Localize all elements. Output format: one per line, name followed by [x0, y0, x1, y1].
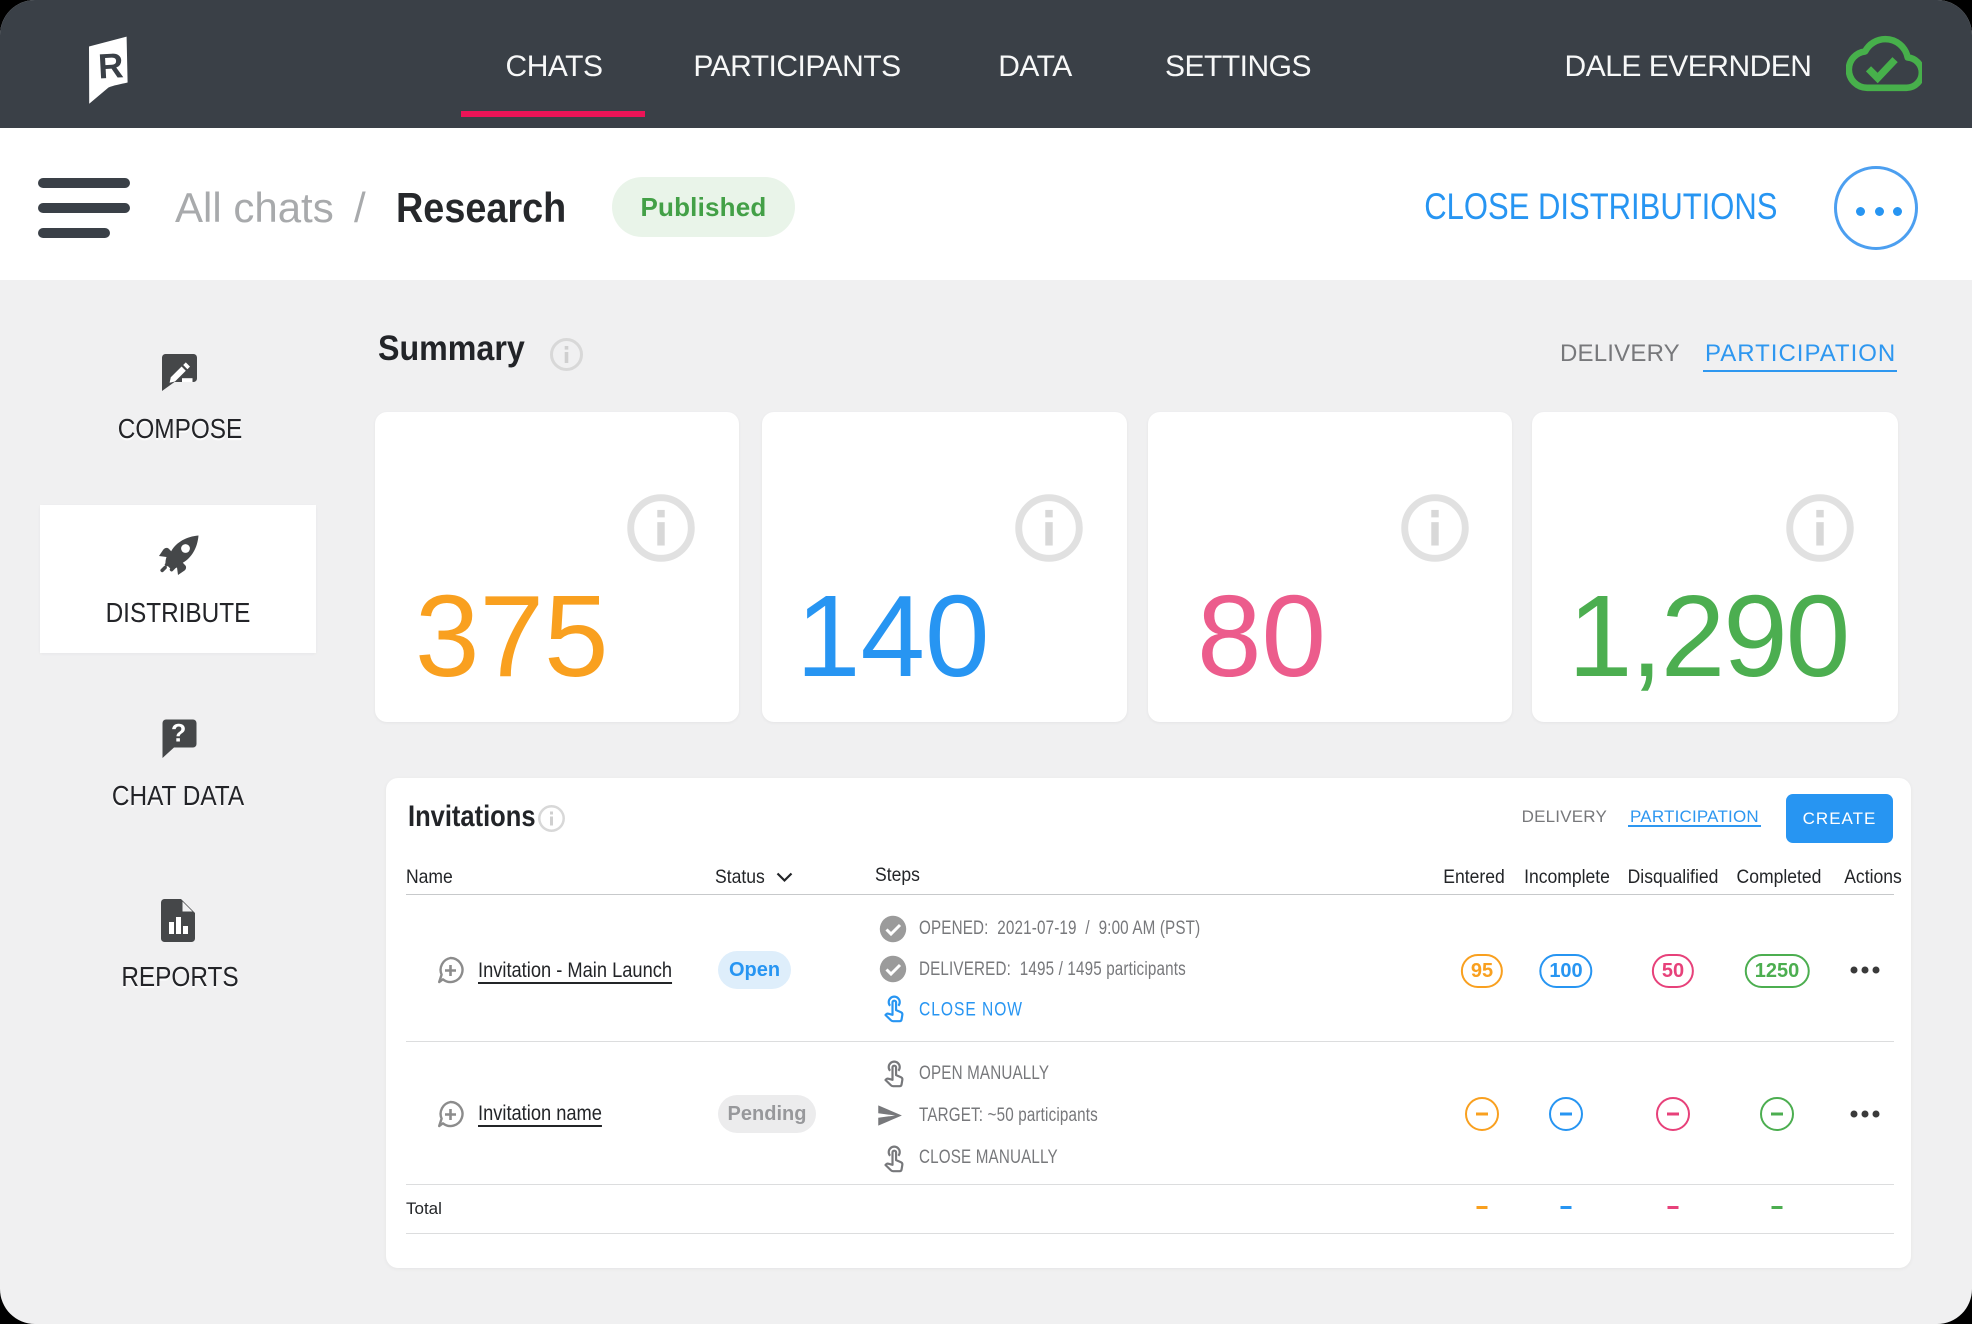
svg-text:?: ?: [171, 720, 186, 748]
svg-text:R: R: [97, 46, 124, 86]
